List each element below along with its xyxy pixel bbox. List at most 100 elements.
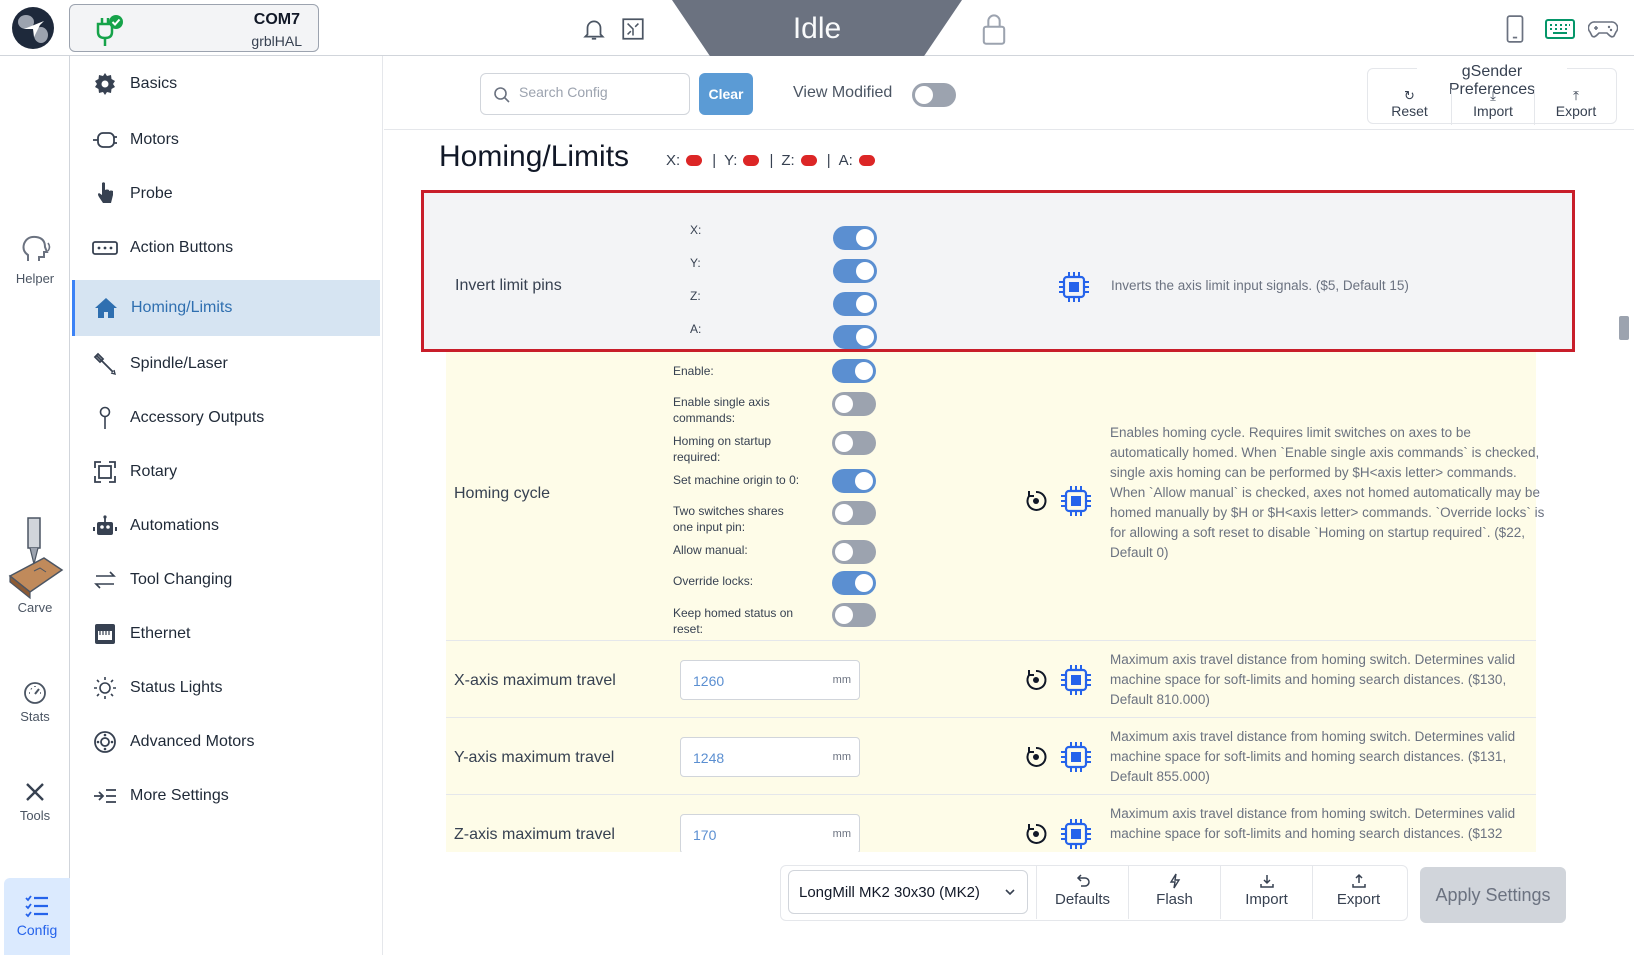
option-label: Homing on startup required: — [673, 434, 772, 464]
export-button[interactable]: Export — [1312, 865, 1404, 919]
view-modified-toggle[interactable] — [912, 83, 956, 107]
nav-spindle-laser[interactable]: Spindle/Laser — [74, 336, 382, 392]
export-icon — [1351, 873, 1366, 888]
app-logo[interactable] — [12, 7, 54, 49]
nav-action-buttons[interactable]: Action Buttons — [74, 220, 382, 276]
prefs-import-button[interactable]: ⤓ Import — [1451, 89, 1534, 125]
separator: | — [826, 152, 831, 169]
nav-accessory-outputs[interactable]: Accessory Outputs — [74, 390, 382, 446]
nav-tool-changing[interactable]: Tool Changing — [74, 552, 382, 608]
nav-label: Probe — [130, 185, 173, 202]
export-label: Export — [1336, 891, 1381, 908]
flash-button[interactable]: Flash — [1128, 865, 1220, 919]
prefs-export-button[interactable]: ⤒ Export — [1534, 89, 1617, 125]
nav-label: Accessory Outputs — [130, 409, 265, 426]
section-title: Homing/Limits — [439, 140, 630, 173]
nav-basics[interactable]: Basics — [74, 56, 382, 112]
invert-toggle-y[interactable] — [833, 259, 877, 283]
lightning-icon — [1169, 873, 1180, 889]
nav-rotary[interactable]: Rotary — [74, 444, 382, 500]
import-label: Import — [1245, 891, 1288, 908]
machine-state-banner: Idle — [672, 0, 962, 60]
content-scrollbar[interactable] — [1618, 130, 1630, 850]
invert-toggle-a[interactable] — [833, 325, 877, 349]
rail-carve[interactable]: Carve — [0, 516, 70, 625]
y-travel-value: 1248 — [693, 750, 725, 766]
rail-stats[interactable]: Stats — [0, 681, 70, 724]
gsender-preferences: gSender Preferences ↻ Reset ⤓ Import ⤒ E… — [1367, 63, 1617, 125]
y-travel-input[interactable]: 1248 mm — [680, 737, 860, 777]
defaults-button[interactable]: Defaults — [1036, 865, 1128, 919]
toggle-homing-startup[interactable] — [832, 431, 876, 455]
search-input[interactable] — [519, 84, 679, 100]
nav-ethernet[interactable]: Ethernet — [74, 606, 382, 662]
invert-toggle-x[interactable] — [833, 226, 877, 250]
rail-helper[interactable]: Helper — [0, 233, 70, 286]
reset-icon: ↻ — [1404, 88, 1415, 103]
nav-homing-limits[interactable]: Homing/Limits — [72, 280, 380, 336]
toggle-keep-homed[interactable] — [832, 603, 876, 627]
motor-icon — [93, 132, 117, 148]
limit-dot-z — [800, 155, 817, 166]
pin-icon — [99, 406, 111, 429]
homing-cycle-row: Homing cycle Enable: Enable single axis … — [446, 351, 1544, 641]
toggle-override-locks[interactable] — [832, 571, 876, 595]
reset-default-icon[interactable] — [1024, 668, 1048, 692]
x-travel-input[interactable]: 1260 mm — [680, 660, 860, 700]
nav-label: Basics — [130, 75, 178, 92]
defaults-label: Defaults — [1054, 891, 1111, 908]
nav-probe[interactable]: Probe — [74, 166, 382, 222]
nav-label: Advanced Motors — [130, 733, 255, 750]
option-label: Set machine origin to 0: — [673, 473, 800, 487]
clear-button[interactable]: Clear — [699, 73, 753, 115]
import-button[interactable]: Import — [1220, 865, 1312, 919]
x-travel-value: 1260 — [693, 673, 725, 689]
toggle-allow-manual[interactable] — [832, 540, 876, 564]
checklist-icon — [25, 895, 48, 918]
nav-more-settings[interactable]: More Settings — [74, 768, 382, 824]
toggle-origin-zero[interactable] — [832, 469, 876, 493]
machine-profile-select[interactable]: LongMill MK2 30x30 (MK2) — [788, 870, 1028, 914]
reset-default-icon[interactable] — [1024, 745, 1048, 769]
y-travel-desc: Maximum axis travel distance from homing… — [1110, 729, 1516, 784]
rail-config-label: Config — [16, 922, 58, 938]
nav-status-lights[interactable]: Status Lights — [74, 660, 382, 716]
nav-label: More Settings — [130, 787, 229, 804]
toggle-single-axis[interactable] — [832, 392, 876, 416]
invert-axis-a-label: A: — [690, 322, 702, 336]
limit-dot-x — [686, 155, 703, 166]
invert-toggle-z[interactable] — [833, 292, 877, 316]
axis-x-label: X: — [666, 152, 681, 169]
prefs-reset-button[interactable]: ↻ Reset — [1368, 89, 1451, 125]
reset-default-icon[interactable] — [1024, 822, 1048, 846]
limit-status: X: | Y: | Z: | A: — [666, 152, 883, 169]
machine-state-text: Idle — [792, 12, 842, 45]
nav-advanced-motors[interactable]: Advanced Motors — [74, 714, 382, 770]
y-travel-label: Y-axis maximum travel — [454, 749, 615, 766]
invert-axis-y-label: Y: — [690, 256, 701, 270]
bell-icon[interactable] — [581, 16, 607, 42]
axis-y-label: Y: — [724, 152, 738, 169]
lock-icon[interactable] — [980, 12, 1008, 46]
circuit-board-icon[interactable] — [620, 16, 646, 42]
reset-default-icon[interactable] — [1024, 489, 1048, 513]
toggle-two-switches[interactable] — [832, 501, 876, 525]
keyboard-icon[interactable] — [1545, 16, 1575, 42]
rail-config[interactable]: Config — [4, 878, 70, 955]
unit-label: mm — [832, 828, 851, 840]
scrollbar-thumb[interactable] — [1619, 316, 1629, 340]
rail-tools[interactable]: Tools — [0, 780, 70, 823]
z-travel-input[interactable]: 170 mm — [680, 814, 860, 854]
nav-motors[interactable]: Motors — [74, 112, 382, 168]
chevron-down-icon — [1005, 889, 1015, 896]
search-box[interactable] — [480, 73, 690, 115]
gamepad-icon[interactable] — [1588, 16, 1618, 42]
swap-arrows-icon — [94, 571, 116, 589]
phone-icon[interactable] — [1502, 14, 1528, 44]
nav-automations[interactable]: Automations — [74, 498, 382, 554]
connection-button[interactable]: COM7 grblHAL — [69, 4, 319, 52]
toggle-enable[interactable] — [832, 359, 876, 383]
motor-circle-icon — [94, 731, 116, 753]
invert-limit-label: Invert limit pins — [455, 277, 562, 294]
apply-settings-button[interactable]: Apply Settings — [1420, 867, 1566, 923]
